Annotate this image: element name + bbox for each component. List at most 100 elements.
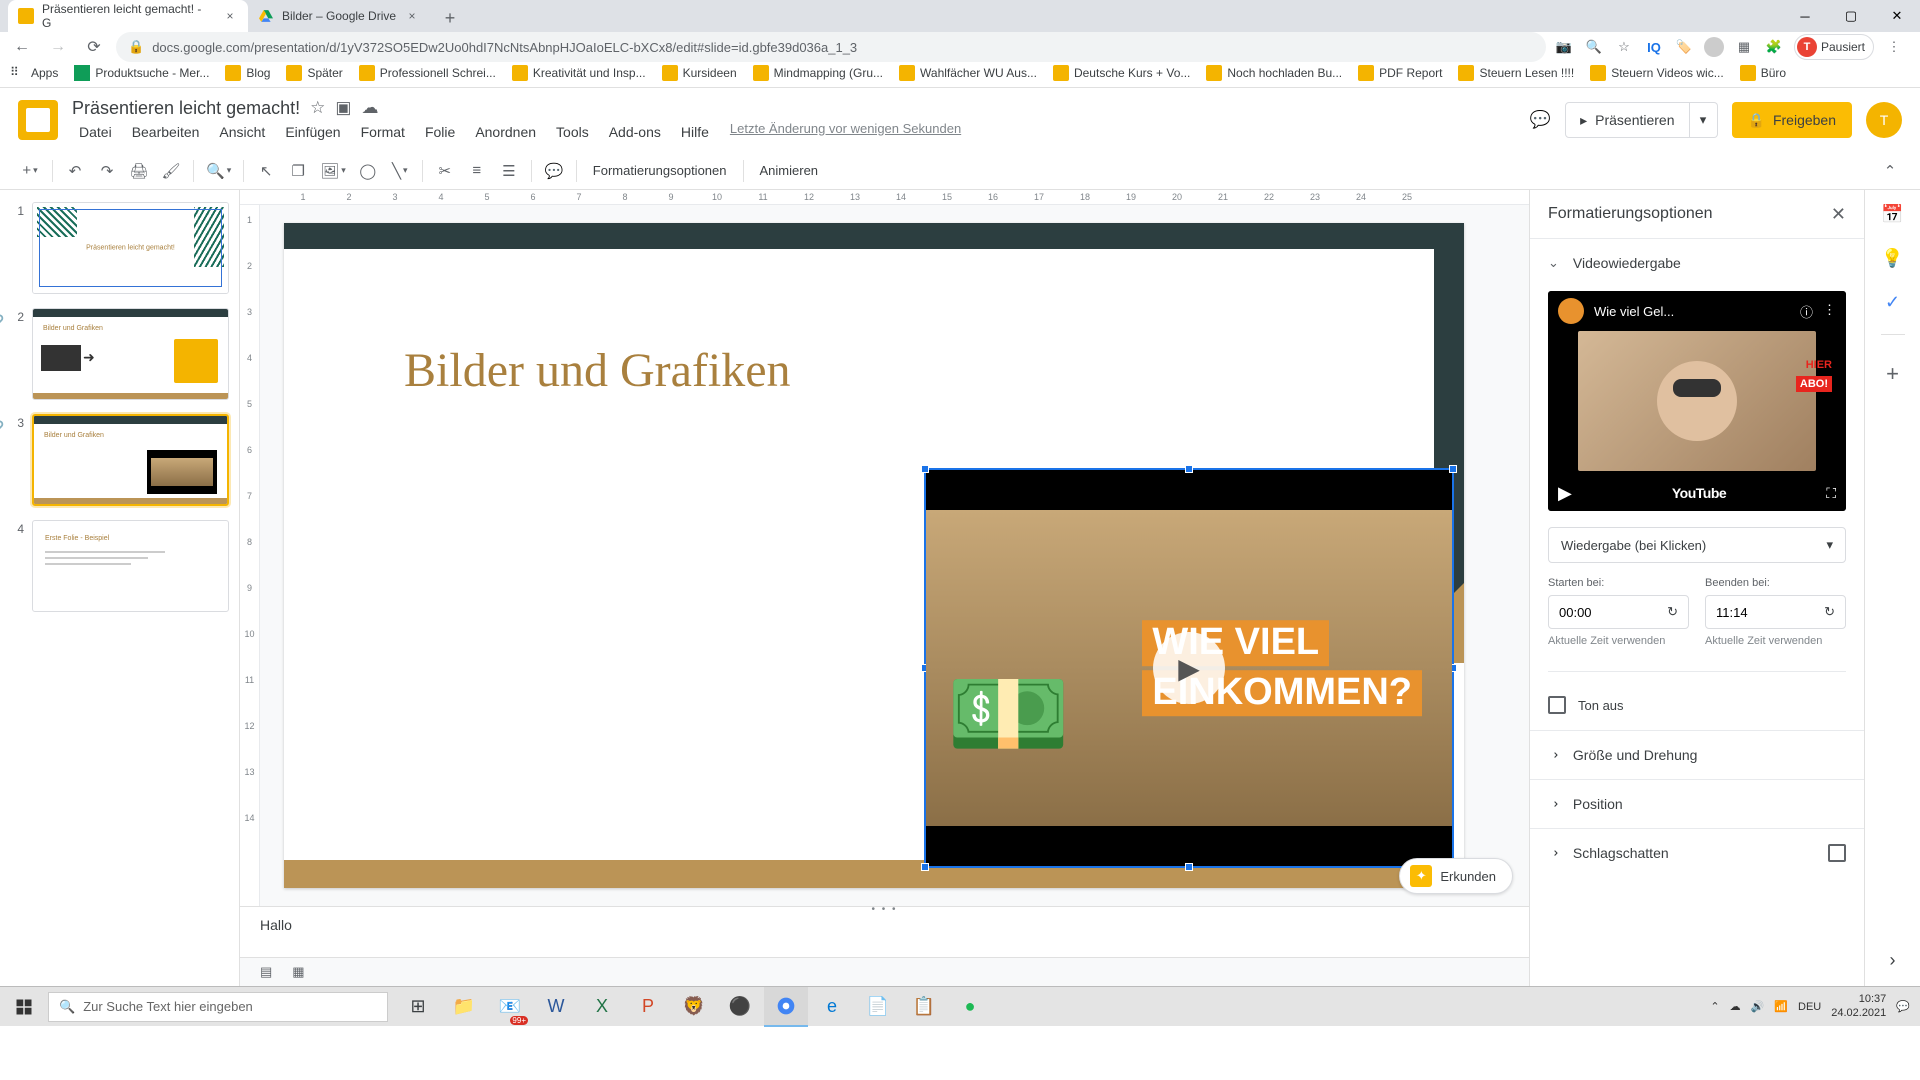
bookmark-item[interactable]: Blog	[225, 65, 270, 81]
word-icon[interactable]: W	[534, 987, 578, 1027]
filmstrip-view-icon[interactable]: ▤	[260, 964, 272, 980]
crop-button[interactable]: ✂	[431, 157, 459, 185]
bookmark-item[interactable]: Später	[286, 65, 342, 81]
excel-icon[interactable]: X	[580, 987, 624, 1027]
collapse-toolbar-icon[interactable]: ⌃	[1876, 157, 1904, 185]
taskbar-search[interactable]: 🔍 Zur Suche Text hier eingeben	[48, 992, 388, 1022]
comments-icon[interactable]: 💬	[1530, 110, 1551, 130]
grid-view-icon[interactable]: ▦	[292, 964, 304, 980]
slide-title-text[interactable]: Bilder und Grafiken	[404, 343, 791, 398]
fullscreen-icon[interactable]: ⛶	[1826, 485, 1836, 502]
start-time-input[interactable]: ↻	[1548, 595, 1689, 629]
obs-icon[interactable]: ⚫	[718, 987, 762, 1027]
video-element[interactable]: 💵 WIE VIEL EINKOMMEN? ▶	[924, 468, 1454, 868]
mask-button[interactable]: ≡	[463, 157, 491, 185]
notes-drag-handle[interactable]: • • •	[871, 904, 897, 915]
ext-iq-icon[interactable]: IQ	[1644, 37, 1664, 57]
apps-button[interactable]: ⠿Apps	[10, 65, 58, 81]
yt-play-icon[interactable]: ▶	[1558, 483, 1572, 504]
present-dropdown[interactable]: ▾	[1690, 102, 1718, 138]
browser-tab-1[interactable]: Präsentieren leicht gemacht! - G ×	[8, 0, 248, 32]
drop-shadow-section[interactable]: ⌄Schlagschatten	[1530, 829, 1864, 877]
tasks-icon[interactable]: ✓	[1881, 290, 1905, 314]
notifications-icon[interactable]: 💬	[1896, 1000, 1910, 1013]
bookmark-item[interactable]: PDF Report	[1358, 65, 1442, 81]
youtube-logo[interactable]: YouTube	[1672, 485, 1726, 501]
paint-format-button[interactable]: 🖌	[157, 157, 185, 185]
format-options-button[interactable]: Formatierungsoptionen	[585, 163, 735, 178]
onedrive-icon[interactable]: ☁	[1730, 1000, 1741, 1013]
undo-button[interactable]: ↶	[61, 157, 89, 185]
close-icon[interactable]: ✕	[1831, 204, 1846, 225]
profile-paused[interactable]: T Pausiert	[1794, 34, 1874, 60]
start-button[interactable]	[0, 987, 48, 1027]
border-weight-button[interactable]: ☰	[495, 157, 523, 185]
resize-handle[interactable]	[1185, 465, 1193, 473]
extensions-icon[interactable]: 🧩	[1764, 37, 1784, 57]
bookmark-item[interactable]: Noch hochladen Bu...	[1206, 65, 1342, 81]
mute-checkbox-row[interactable]: Ton aus	[1548, 696, 1846, 714]
share-button[interactable]: 🔒 Freigeben	[1732, 102, 1852, 138]
bookmark-item[interactable]: Mindmapping (Gru...	[753, 65, 883, 81]
bookmark-item[interactable]: Büro	[1740, 65, 1786, 81]
menu-ansicht[interactable]: Ansicht	[212, 121, 272, 143]
app-icon[interactable]: 📋	[902, 987, 946, 1027]
yt-menu-icon[interactable]: ⋮	[1823, 302, 1836, 321]
slide-thumb-3[interactable]: Bilder und Grafiken WIE VIELEINKOMMEN?	[32, 414, 229, 506]
video-playback-section[interactable]: ⌄ Videowiedergabe	[1530, 239, 1864, 287]
mail-icon[interactable]: 📧99+	[488, 987, 532, 1027]
redo-button[interactable]: ↷	[93, 157, 121, 185]
chrome-menu-icon[interactable]: ⋮	[1884, 37, 1904, 57]
edge-icon[interactable]: e	[810, 987, 854, 1027]
language-indicator[interactable]: DEU	[1798, 1001, 1821, 1013]
checkbox-icon[interactable]	[1548, 696, 1566, 714]
checkbox-icon[interactable]	[1828, 844, 1846, 862]
end-time-input[interactable]: ↻	[1705, 595, 1846, 629]
info-icon[interactable]: ⓘ	[1800, 302, 1813, 321]
slide-thumb-1[interactable]: Präsentieren leicht gemacht!	[32, 202, 229, 294]
menu-hilfe[interactable]: Hilfe	[674, 121, 716, 143]
menu-anordnen[interactable]: Anordnen	[468, 121, 543, 143]
menu-tools[interactable]: Tools	[549, 121, 596, 143]
playback-mode-select[interactable]: Wiedergabe (bei Klicken) ▾	[1548, 527, 1846, 563]
shape-tool[interactable]: ◯	[354, 157, 382, 185]
start-time-field[interactable]	[1559, 605, 1609, 620]
hide-rail-icon[interactable]: ›	[1881, 948, 1905, 972]
animate-button[interactable]: Animieren	[752, 163, 827, 178]
bookmark-item[interactable]: Steuern Videos wic...	[1590, 65, 1724, 81]
account-avatar[interactable]: T	[1866, 102, 1902, 138]
browser-tab-2[interactable]: Bilder – Google Drive ×	[248, 0, 430, 32]
window-close[interactable]: ✕	[1874, 0, 1920, 32]
tray-chevron-icon[interactable]: ⌃	[1710, 1000, 1719, 1013]
brave-icon[interactable]: 🦁	[672, 987, 716, 1027]
nav-forward-icon[interactable]: →	[44, 33, 72, 61]
resize-handle[interactable]	[921, 863, 929, 871]
bookmark-item[interactable]: Produktsuche - Mer...	[74, 65, 209, 81]
app-icon[interactable]: 📄	[856, 987, 900, 1027]
ext-circle-icon[interactable]	[1704, 37, 1724, 57]
calendar-icon[interactable]: 📅	[1881, 202, 1905, 226]
reset-icon[interactable]: ↻	[1824, 604, 1835, 620]
add-addon-icon[interactable]: +	[1886, 361, 1899, 387]
chrome-icon[interactable]	[764, 987, 808, 1027]
resize-handle[interactable]	[1449, 465, 1457, 473]
clock[interactable]: 10:37 24.02.2021	[1831, 993, 1886, 1019]
bookmark-item[interactable]: Professionell Schrei...	[359, 65, 496, 81]
menu-einfuegen[interactable]: Einfügen	[278, 121, 347, 143]
cloud-saved-icon[interactable]: ☁	[361, 98, 378, 118]
image-tool[interactable]: 🖼	[316, 157, 350, 185]
wifi-icon[interactable]: 📶	[1774, 1000, 1788, 1013]
speaker-notes[interactable]: • • • Hallo	[240, 906, 1529, 957]
new-slide-button[interactable]: +	[16, 157, 44, 185]
tab-close-icon[interactable]: ×	[222, 8, 238, 24]
select-tool[interactable]: ↖	[252, 157, 280, 185]
doc-title[interactable]: Präsentieren leicht gemacht!	[72, 98, 300, 119]
powerpoint-icon[interactable]: P	[626, 987, 670, 1027]
resize-handle[interactable]	[1185, 863, 1193, 871]
textbox-tool[interactable]: ❐	[284, 157, 312, 185]
menu-datei[interactable]: Datei	[72, 121, 119, 143]
volume-icon[interactable]: 🔊	[1751, 1000, 1765, 1013]
bookmark-item[interactable]: Kreativität und Insp...	[512, 65, 646, 81]
position-section[interactable]: ⌄Position	[1530, 780, 1864, 828]
reset-icon[interactable]: ↻	[1667, 604, 1678, 620]
